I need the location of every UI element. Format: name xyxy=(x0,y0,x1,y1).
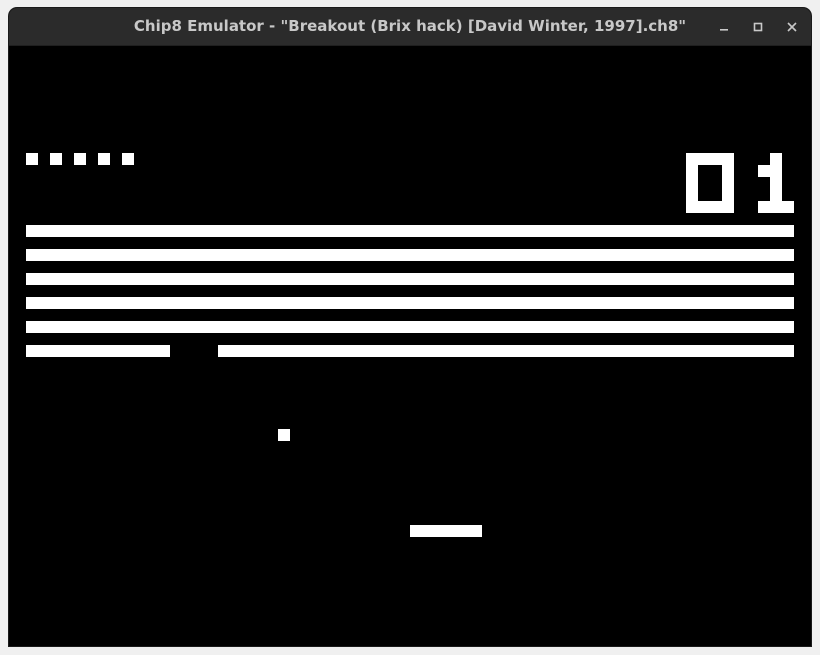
life-marker xyxy=(50,153,62,165)
ball xyxy=(278,429,290,441)
life-marker xyxy=(74,153,86,165)
brick-row-segment xyxy=(26,345,170,357)
maximize-button[interactable] xyxy=(745,14,771,40)
game-screen[interactable] xyxy=(9,46,811,646)
window-title: Chip8 Emulator - "Breakout (Brix hack) [… xyxy=(133,17,687,35)
brick-row xyxy=(26,321,794,333)
life-marker xyxy=(98,153,110,165)
brick-row-segment xyxy=(218,345,794,357)
paddle xyxy=(410,525,482,537)
maximize-icon xyxy=(752,21,764,33)
minimize-button[interactable] xyxy=(711,14,737,40)
brick-row xyxy=(26,225,794,237)
brick-row xyxy=(26,273,794,285)
close-button[interactable] xyxy=(779,14,805,40)
life-marker xyxy=(122,153,134,165)
close-icon xyxy=(786,21,798,33)
brick-row xyxy=(26,249,794,261)
life-marker xyxy=(26,153,38,165)
emulator-window: Chip8 Emulator - "Breakout (Brix hack) [… xyxy=(9,8,811,646)
title-bar[interactable]: Chip8 Emulator - "Breakout (Brix hack) [… xyxy=(9,8,811,46)
minimize-icon xyxy=(718,21,730,33)
brick-row xyxy=(26,297,794,309)
